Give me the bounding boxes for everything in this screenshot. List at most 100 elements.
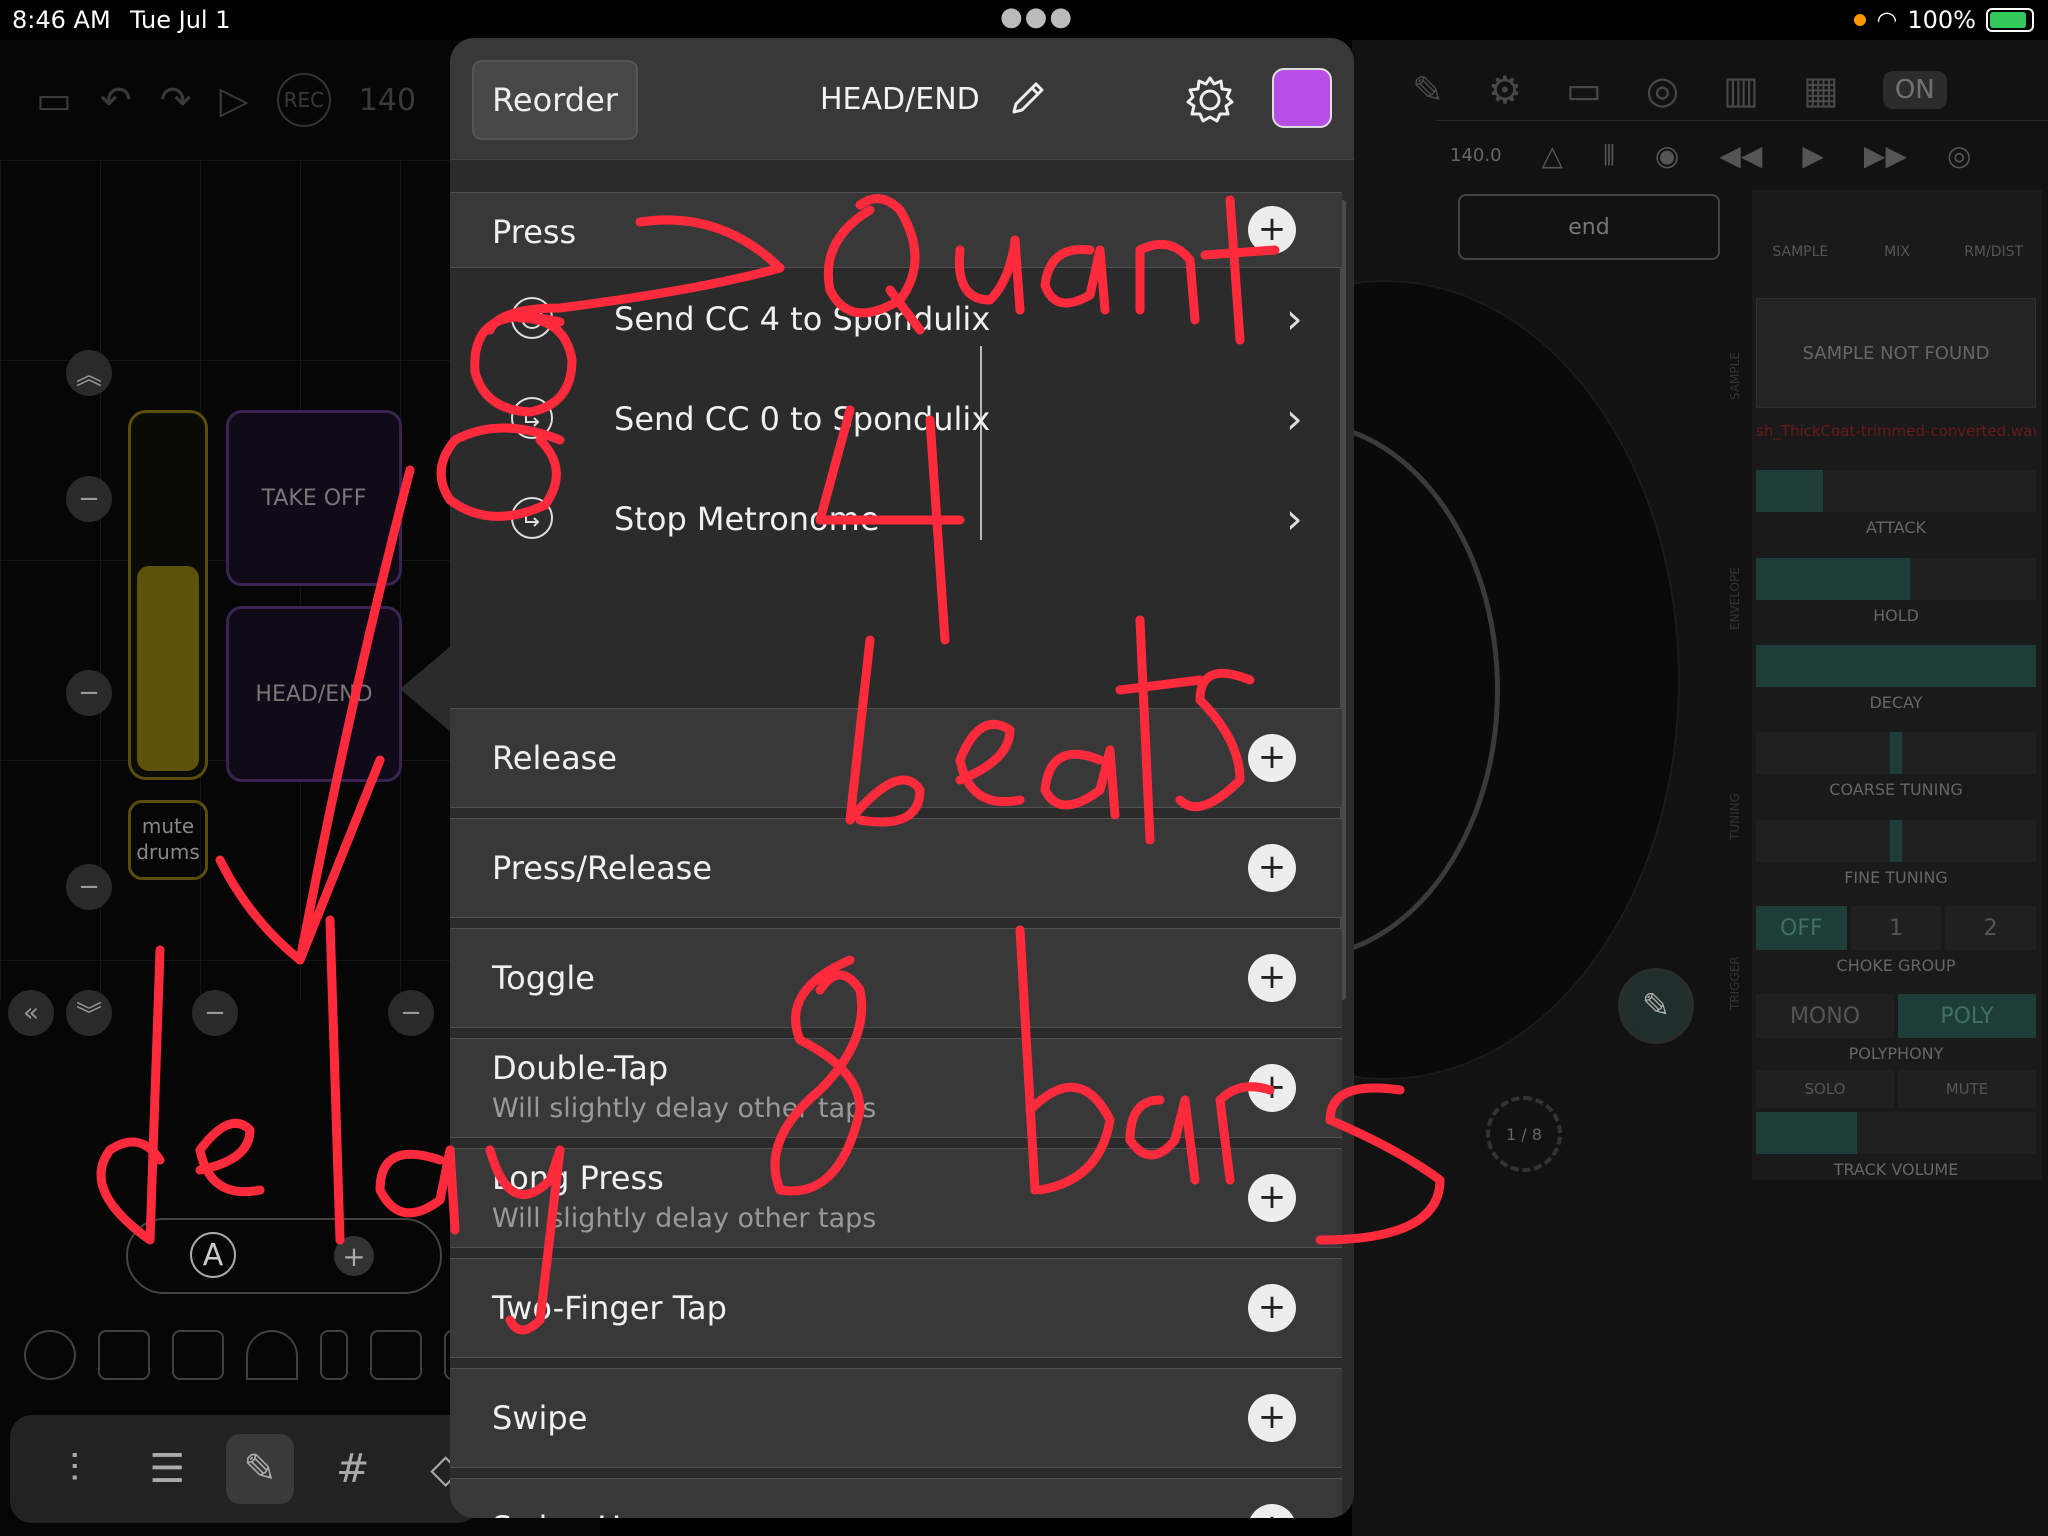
pencil-icon[interactable]: ✎: [1412, 68, 1444, 112]
gear-icon[interactable]: [1182, 72, 1238, 128]
chevron-right-icon: ›: [1286, 294, 1303, 343]
rename-pencil-icon[interactable]: [1006, 76, 1050, 120]
mono-option[interactable]: MONO: [1756, 994, 1894, 1038]
phone-icon[interactable]: [320, 1330, 348, 1380]
sample-filename: sh_ThickCoat-trimmed-converted.wav: [1756, 422, 2036, 440]
multitask-dots-icon[interactable]: ●●●: [1000, 2, 1074, 32]
mute-drums-pad[interactable]: mute drums: [128, 800, 208, 880]
forward-icon[interactable]: ▶▶: [1864, 139, 1907, 172]
action-row[interactable]: Stop Metronome ›: [450, 470, 1342, 570]
scene-letter[interactable]: A: [190, 1232, 236, 1278]
play-icon[interactable]: ▶: [1802, 139, 1824, 172]
add-action-button[interactable]: +: [1248, 1504, 1296, 1518]
add-press-action-button[interactable]: +: [1248, 206, 1296, 254]
action-row[interactable]: Send CC 0 to Spondulix ›: [450, 370, 1342, 470]
loop-icon[interactable]: ◎: [1947, 139, 1971, 172]
minus-button[interactable]: −: [192, 990, 238, 1036]
minus-button[interactable]: −: [66, 670, 112, 716]
play-icon[interactable]: ▷: [220, 78, 249, 122]
coarse-tuning-slider[interactable]: [1756, 732, 2036, 774]
mute-button[interactable]: MUTE: [1898, 1070, 2036, 1108]
section-label: Swipe Up: [492, 1509, 641, 1518]
folder-icon[interactable]: ▭: [1566, 68, 1602, 112]
step-fraction[interactable]: 1 / 8: [1486, 1096, 1562, 1172]
tab-sample[interactable]: SAMPLE: [1755, 196, 1845, 260]
chevron-right-icon: ›: [1286, 494, 1303, 543]
return-arrow-icon: [511, 497, 553, 539]
gear-icon[interactable]: ⚙: [1488, 68, 1522, 112]
scene-selector[interactable]: [126, 1218, 442, 1294]
hash-grid-icon[interactable]: #: [318, 1434, 387, 1504]
section-subtitle: Will slightly delay other taps: [492, 1203, 877, 1234]
add-action-button[interactable]: +: [1248, 954, 1296, 1002]
section-two-finger-tap: Two-Finger Tap +: [450, 1258, 1342, 1358]
decay-label: DECAY: [1869, 693, 1923, 712]
poly-option[interactable]: POLY: [1898, 994, 2036, 1038]
choke-1[interactable]: 1: [1850, 906, 1942, 950]
add-action-button[interactable]: +: [1248, 844, 1296, 892]
grid-icon[interactable]: [370, 1330, 422, 1380]
popover-header: Reorder HEAD/END: [450, 38, 1354, 160]
tempo-field[interactable]: 140.0: [1450, 145, 1502, 166]
on-toggle[interactable]: ON: [1882, 71, 1947, 109]
waveform-icon[interactable]: [98, 1330, 150, 1380]
add-scene-button[interactable]: +: [334, 1236, 374, 1276]
metronome-icon[interactable]: △: [1542, 139, 1564, 172]
edit-pencil-icon[interactable]: ✎: [225, 1434, 295, 1504]
pad-take-off[interactable]: TAKE OFF: [226, 410, 402, 586]
square-icon[interactable]: [172, 1330, 224, 1380]
bars-icon[interactable]: ⫴: [1603, 139, 1615, 173]
add-action-button[interactable]: +: [1248, 1064, 1296, 1112]
dial-icon[interactable]: ◎: [1646, 68, 1679, 112]
hold-label: HOLD: [1873, 606, 1919, 625]
reorder-button[interactable]: Reorder: [472, 60, 638, 140]
section-label: Long Press: [492, 1159, 664, 1197]
action-row[interactable]: Send CC 4 to Spondulix ›: [450, 270, 1342, 370]
decay-slider[interactable]: [1756, 645, 2036, 687]
pad-head-end[interactable]: HEAD/END: [226, 606, 402, 782]
add-action-button[interactable]: +: [1248, 1284, 1296, 1332]
attack-label: ATTACK: [1865, 518, 1927, 537]
wheel-edit-button[interactable]: ✎: [1618, 968, 1694, 1044]
minus-button[interactable]: −: [66, 864, 112, 910]
dial-icon[interactable]: [24, 1330, 76, 1380]
section-label: Press/Release: [492, 849, 713, 887]
section-toggle: Toggle +: [450, 928, 1342, 1028]
track-volume-label: TRACK VOLUME: [1833, 1160, 1959, 1179]
volume-fader[interactable]: [128, 410, 208, 780]
tab-mix[interactable]: MIX: [1852, 196, 1942, 260]
arc-icon[interactable]: [246, 1330, 298, 1380]
add-action-button[interactable]: +: [1248, 734, 1296, 782]
tab-rm-dist[interactable]: RM/DIST: [1949, 196, 2039, 260]
sample-status[interactable]: SAMPLE NOT FOUND: [1756, 298, 2036, 408]
mixer-sliders-icon[interactable]: ⫶: [40, 1434, 109, 1504]
folder-icon[interactable]: ▭: [36, 78, 72, 122]
record-icon[interactable]: ◉: [1655, 139, 1679, 172]
piano-icon[interactable]: ▥: [1723, 68, 1759, 112]
pads-icon[interactable]: ▦: [1803, 68, 1839, 112]
choke-off[interactable]: OFF: [1756, 906, 1847, 950]
undo-icon[interactable]: ↶: [100, 78, 132, 122]
tempo-readout[interactable]: 140: [359, 83, 416, 118]
collapse-left-button[interactable]: «: [8, 990, 54, 1036]
solo-mute-row: SOLO MUTE: [1756, 1070, 2036, 1108]
minus-button[interactable]: −: [66, 476, 112, 522]
add-action-button[interactable]: +: [1248, 1174, 1296, 1222]
rewind-icon[interactable]: ◀◀: [1719, 139, 1762, 172]
choke-2[interactable]: 2: [1945, 906, 2037, 950]
track-volume-slider[interactable]: [1756, 1112, 2036, 1154]
list-icon[interactable]: ☰: [133, 1434, 202, 1504]
end-field[interactable]: end: [1458, 194, 1720, 260]
scroll-up-button[interactable]: ︽: [66, 350, 112, 396]
color-swatch-button[interactable]: [1272, 68, 1332, 128]
scroll-down-button[interactable]: ︾: [66, 990, 112, 1036]
solo-button[interactable]: SOLO: [1756, 1070, 1894, 1108]
redo-icon[interactable]: ↷: [160, 78, 192, 122]
hold-slider[interactable]: [1756, 558, 2036, 600]
rec-button[interactable]: REC: [276, 73, 331, 127]
minus-button[interactable]: −: [388, 990, 434, 1036]
section-press-release: Press/Release +: [450, 818, 1342, 918]
fine-tuning-slider[interactable]: [1756, 820, 2036, 862]
add-action-button[interactable]: +: [1248, 1394, 1296, 1442]
attack-slider[interactable]: [1756, 470, 2036, 512]
